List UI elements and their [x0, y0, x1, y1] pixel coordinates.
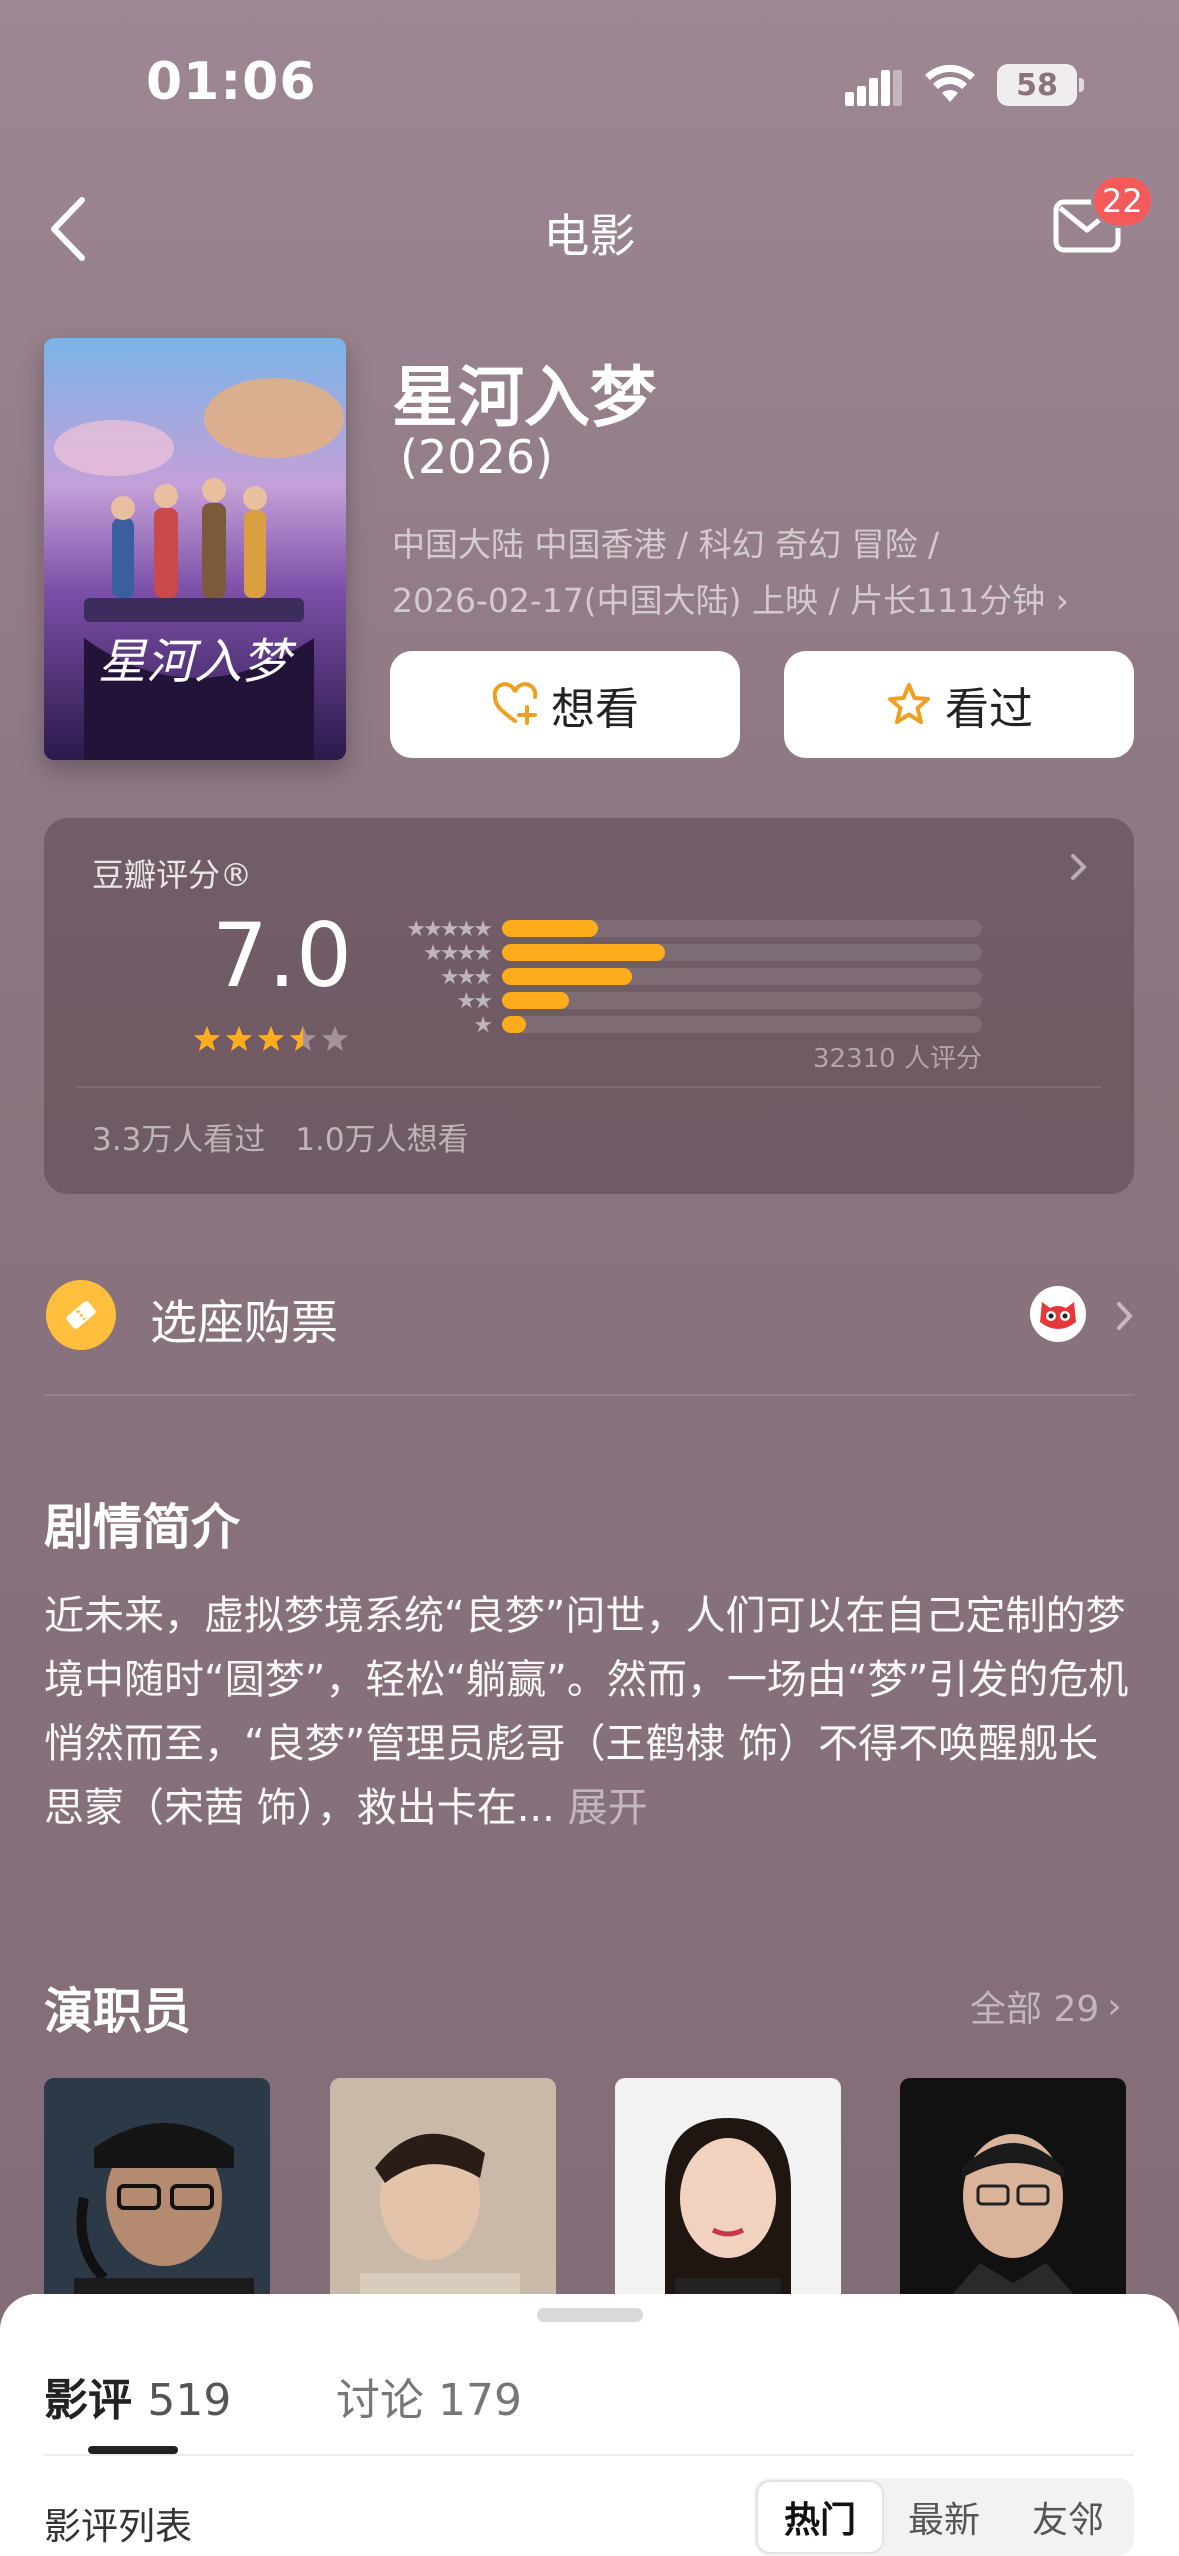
rating-source-label: 豆瓣评分® [92, 856, 253, 894]
cast-portrait [44, 2078, 270, 2308]
cast-all-label: 全部 29 [970, 1989, 1100, 2030]
rating-bar-1-star [502, 1016, 982, 1033]
seen-count: 3.3万人看过 [92, 1122, 266, 1158]
cast-portrait [900, 2078, 1126, 2308]
cast-photo-3[interactable] [615, 2078, 841, 2308]
cast-photo-2[interactable] [330, 2078, 556, 2308]
sheet-grabber[interactable] [537, 2308, 643, 2322]
svg-text:星河入梦: 星河入梦 [98, 634, 297, 690]
watched-button[interactable]: 看过 [784, 651, 1134, 758]
ticket-icon [46, 1280, 116, 1350]
star-level-4: ★★★★ [423, 941, 493, 966]
sort-friends[interactable]: 友邻 [1006, 2482, 1130, 2552]
tab-discussion[interactable]: 讨论 179 [336, 2364, 522, 2428]
cast-title: 演职员 [44, 1983, 192, 2040]
star-level-3: ★★★ [439, 965, 493, 990]
divider [76, 1086, 1102, 1088]
rating-bar-fill [502, 1016, 526, 1033]
maoyan-cat-icon [1030, 1286, 1086, 1342]
rating-bar-fill [502, 968, 632, 985]
cellular-signal-icon [845, 70, 902, 106]
want-count: 1.0万人想看 [295, 1122, 469, 1158]
rating-distribution [502, 920, 982, 1040]
notification-badge: 22 [1091, 174, 1154, 228]
star-outline-icon [888, 682, 930, 724]
cast-photo-1[interactable] [44, 2078, 270, 2308]
buy-tickets-link[interactable]: 选座购票 [150, 1284, 338, 1353]
rating-count: 32310 人评分 [813, 1044, 982, 1074]
tab-reviews-count: 519 [147, 2375, 232, 2426]
review-list-label: 影评列表 [44, 2505, 192, 2548]
movie-poster[interactable]: 星河入梦 [44, 338, 346, 760]
seen-label: 看过 [945, 683, 1033, 735]
rating-score: 7.0 [212, 904, 352, 1007]
battery-tip [1079, 78, 1084, 92]
tab-reviews[interactable]: 影评 519 [44, 2364, 231, 2428]
poster-image: 星河入梦 [44, 338, 346, 760]
star-icon [290, 1026, 316, 1051]
page-title: 电影 [543, 209, 636, 263]
release-info: 2026-02-17(中国大陆) 上映 / 片长111分钟 [392, 581, 1046, 620]
divider [44, 1394, 1134, 1396]
rating-bar-5-star [502, 920, 982, 937]
rating-bar-fill [502, 920, 598, 937]
movie-meta-release[interactable]: 2026-02-17(中国大陆) 上映 / 片长111分钟 › [392, 574, 1069, 622]
sort-latest[interactable]: 最新 [882, 2482, 1006, 2552]
status-time: 01:06 [146, 52, 317, 112]
rating-stars [194, 1026, 348, 1051]
cast-portrait [330, 2078, 556, 2308]
star-level-labels: ★★★★★ ★★★★ ★★★ ★★ ★ [382, 917, 493, 1038]
chevron-right-icon[interactable] [1114, 1300, 1136, 1332]
want-to-watch-button[interactable]: 想看 [390, 651, 740, 758]
star-icon [322, 1026, 348, 1051]
sort-segmented-control: 热门 最新 友邻 [754, 2478, 1134, 2556]
rating-bar-2-star [502, 992, 982, 1009]
star-icon [258, 1026, 284, 1051]
rating-bar-4-star [502, 944, 982, 961]
sort-hot[interactable]: 热门 [758, 2482, 882, 2552]
want-label: 想看 [551, 683, 639, 735]
divider [44, 2454, 1134, 2456]
expand-link[interactable]: 展开 [568, 1785, 648, 1831]
synopsis-title: 剧情简介 [44, 1499, 241, 1556]
synopsis-text: 近未来，虚拟梦境系统“良梦”问世，人们可以在自己定制的梦境中随时“圆梦”，轻松“… [44, 1584, 1136, 1840]
star-level-2: ★★ [456, 989, 493, 1014]
rating-bar-fill [502, 992, 570, 1009]
chevron-right-icon: › [1055, 581, 1069, 620]
movie-title: 星河入梦 [392, 359, 656, 436]
movie-meta-genres: 中国大陆 中国香港 / 科幻 奇幻 冒险 / [392, 525, 940, 564]
heart-plus-icon [492, 681, 538, 725]
star-level-5: ★★★★★ [406, 917, 493, 942]
cast-photo-4[interactable] [900, 2078, 1126, 2308]
wifi-icon [925, 64, 975, 102]
rating-bar-3-star [502, 968, 982, 985]
chevron-right-icon: › [1107, 1985, 1122, 2027]
rating-bar-fill [502, 944, 666, 961]
watch-stats: 3.3万人看过 1.0万人想看 [92, 1114, 469, 1159]
star-icon [226, 1026, 252, 1051]
tab-reviews-label: 影评 [44, 2375, 132, 2426]
movie-year: (2026) [400, 430, 553, 484]
star-level-1: ★ [473, 1013, 493, 1038]
active-tab-indicator [88, 2446, 178, 2454]
cast-portrait [615, 2078, 841, 2308]
ticket-glyph [66, 1301, 96, 1329]
chevron-right-icon [1071, 854, 1087, 880]
star-icon [194, 1026, 220, 1051]
cast-view-all-link[interactable]: 全部 29 › [970, 1980, 1122, 2032]
battery-indicator: 58 [997, 64, 1077, 106]
